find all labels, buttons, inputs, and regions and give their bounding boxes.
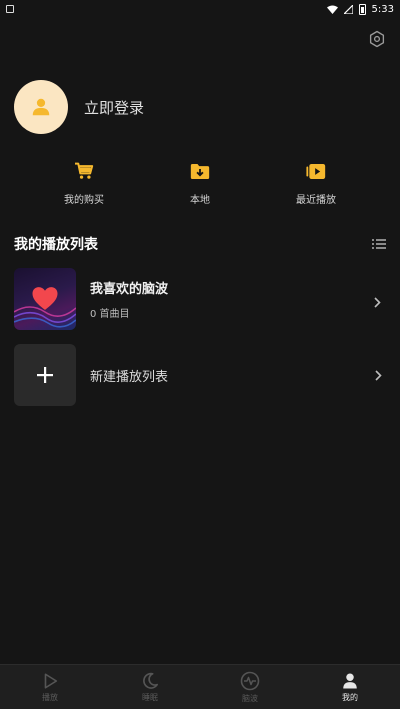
notification-icon (6, 5, 14, 13)
quick-item-label: 最近播放 (296, 195, 336, 206)
tab-brainwave[interactable]: 脑波 (200, 665, 300, 709)
list-manage-icon[interactable] (372, 238, 386, 250)
person-icon (32, 98, 50, 116)
settings-button[interactable] (366, 28, 388, 50)
quick-item-recent[interactable]: 最近播放 (271, 160, 361, 210)
recent-play-icon (306, 163, 326, 179)
create-playlist-button[interactable]: 新建播放列表 (14, 344, 386, 406)
battery-icon (358, 3, 366, 15)
section-title: 我的播放列表 (14, 237, 98, 253)
avatar[interactable] (14, 80, 68, 134)
quick-item-label: 本地 (190, 195, 210, 206)
play-icon (44, 672, 58, 689)
playlists-header: 我的播放列表 (14, 232, 386, 256)
tab-mine[interactable]: 我的 (300, 665, 400, 709)
plus-icon (37, 367, 53, 383)
signal-icon (343, 4, 353, 14)
quick-actions: 我的购买 本地 最近播放 (0, 160, 400, 210)
chevron-right-icon (374, 297, 381, 308)
playlist-name: 我喜欢的脑波 (90, 282, 169, 297)
moon-icon (143, 672, 159, 689)
tab-play[interactable]: 播放 (0, 665, 100, 709)
chevron-right-icon (374, 369, 382, 381)
person-icon (343, 673, 357, 688)
folder-download-icon (190, 163, 210, 179)
bottom-tab-bar: 播放 睡眠 脑波 我的 (0, 664, 400, 709)
tab-sleep[interactable]: 睡眠 (100, 665, 200, 709)
quick-item-purchases[interactable]: 我的购买 (39, 160, 129, 210)
status-time: 5:33 (371, 3, 394, 15)
wifi-icon (326, 5, 338, 14)
playlist-cover (14, 268, 76, 330)
tab-label: 脑波 (242, 693, 258, 703)
create-playlist-tile[interactable] (14, 344, 76, 406)
brainwave-icon (240, 671, 260, 690)
login-area[interactable]: 立即登录 (14, 80, 144, 134)
quick-item-label: 我的购买 (64, 195, 104, 206)
gear-icon (369, 30, 385, 48)
cart-icon (75, 162, 94, 179)
tab-label: 睡眠 (142, 692, 158, 702)
playlist-favorites-chevron (374, 293, 381, 312)
playlist-track-count: 0 首曲目 (90, 309, 130, 320)
login-label[interactable]: 立即登录 (84, 97, 144, 118)
quick-item-local[interactable]: 本地 (155, 160, 245, 210)
status-bar: 5:33 (0, 0, 400, 18)
tab-label: 我的 (342, 692, 358, 702)
tab-label: 播放 (42, 692, 58, 702)
create-playlist-label: 新建播放列表 (90, 369, 169, 385)
heart-icon (32, 287, 58, 310)
status-icons: 5:33 (326, 3, 394, 15)
playlist-item-favorites[interactable]: 我喜欢的脑波 0 首曲目 (14, 268, 386, 330)
